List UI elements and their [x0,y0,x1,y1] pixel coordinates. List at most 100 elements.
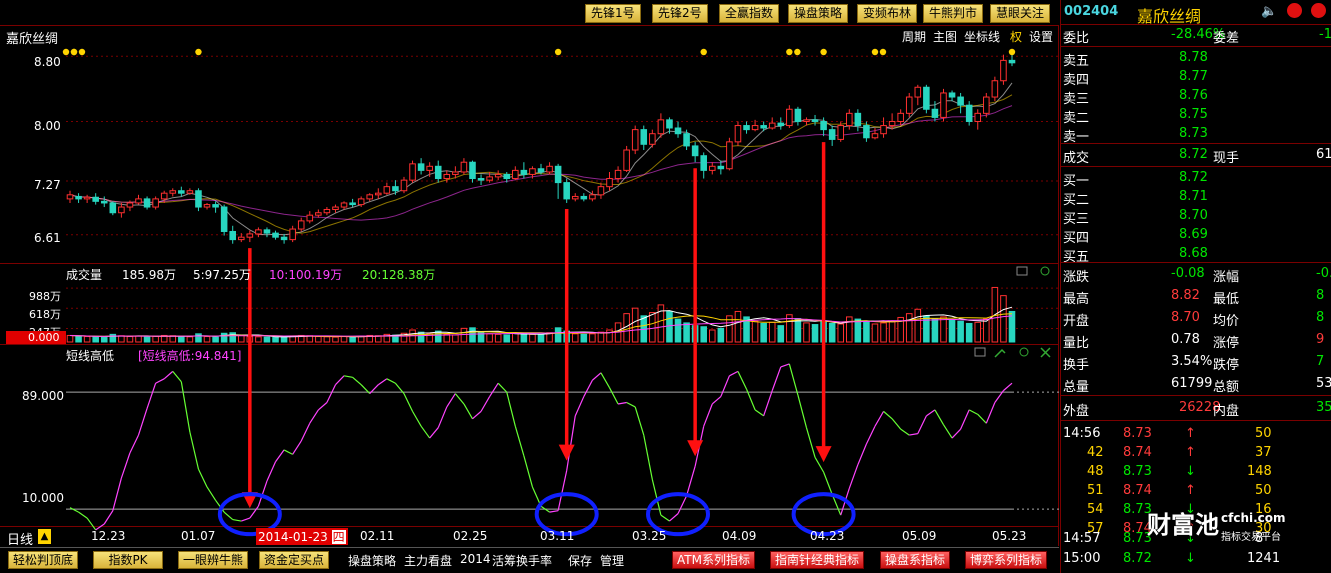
order-label: 买三 [1063,212,1090,227]
date-axis-label: 02.11 [360,529,395,543]
price-axis-label: 8.80 [34,55,61,69]
bottom-button-trade[interactable]: 操盘系指标 [880,551,951,569]
menu-main-chart[interactable]: 主图 [933,28,957,45]
bottom-button-atm[interactable]: ATM系列指标 [672,551,755,569]
bottom-link-manage[interactable]: 管理 [600,552,624,569]
candle-body [880,125,887,135]
toolbar-button-xianfeng2[interactable]: 先锋2号 [652,4,708,23]
indicator-segment [446,393,456,408]
menu-settings[interactable]: 设置 [1029,28,1053,45]
menu-period[interactable]: 周期 [902,28,926,45]
period-label[interactable]: 日线 [7,529,33,548]
candles[interactable] [66,54,1016,244]
indicator-segment [180,381,191,433]
indicator-close-icon[interactable] [1040,347,1051,358]
volume-bar [203,336,211,343]
indicator-segment [232,518,242,522]
volume-bar [760,322,767,343]
event-marker-icon [879,48,887,56]
bottom-link-strategy[interactable]: 操盘策略 [348,552,396,569]
menu-rights[interactable]: 权 [1010,28,1022,45]
candle-body [743,125,750,131]
bottom-button-compass[interactable]: 指南针经典指标 [770,551,865,569]
price-ma-5 [69,82,1013,236]
indicator-segment [69,507,79,513]
volume-bar [674,318,682,343]
volume-bar [957,320,964,343]
candle-body [100,200,108,204]
volume-zoom-icon[interactable] [1040,266,1050,276]
toolbar-button-bull-bear[interactable]: 牛熊判市 [923,4,984,23]
indicator-segment [163,370,174,380]
volume-bar [529,333,536,343]
tick-row: 14:56 8.73 ↑ 50 [1061,425,1331,444]
candle-body [597,186,605,196]
toolbar-button-quanying-index[interactable]: 全赢指数 [719,4,780,23]
indicator-edit-icon[interactable] [994,348,1006,358]
volume-bar [768,321,776,343]
indicator-segment [951,428,962,439]
order-price: 8.71 [1179,189,1208,204]
bottom-link-turnover[interactable]: 活筹换手率 [492,552,552,569]
date-axis-label: 03.11 [540,529,575,543]
indicator-segment [934,409,945,426]
volume-bar [846,316,853,343]
order-label: 卖二 [1063,111,1090,126]
annotation-arrow-head [558,444,575,461]
candle-body [606,178,613,188]
sell-order-row: 卖四 8.77 [1061,68,1331,88]
indicator-segment [677,495,688,514]
volume-bar [152,335,159,343]
play-icon[interactable] [1311,3,1326,22]
stat-label: 总量 [1063,380,1090,395]
bottom-button-bull-bear[interactable]: 一眼辨牛熊 [178,551,249,569]
volume-bar [983,318,990,343]
candle-body [614,169,622,180]
record-icon[interactable] [1287,3,1302,22]
indicator-segment [514,426,525,457]
indicator-segment [900,428,910,436]
deal-row: 成交 8.72 现手 61 [1061,146,1331,166]
bottom-button-buy-point[interactable]: 资金定买点 [259,551,330,569]
candle-body [366,194,374,200]
tick-time: 42 [1087,445,1104,460]
event-markers[interactable] [62,48,1016,56]
toolbar-button-strategy[interactable]: 操盘策略 [788,4,849,23]
speaker-icon[interactable]: 🔈 [1261,4,1277,19]
menu-coord-line[interactable]: 坐标线 [964,28,1000,45]
tick-direction-icon: ↓ [1185,551,1196,566]
stats-row: 涨跌 -0.08 涨幅 -0.9 [1061,265,1331,285]
stat-value: 8.70 [1171,310,1200,325]
indicator-segment [283,449,293,455]
toolbar-button-xianfeng1[interactable]: 先锋1号 [585,4,641,23]
bottom-button-top-bottom[interactable]: 轻松判顶底 [8,551,79,569]
candle-body [854,112,862,127]
bottom-link-main-watch[interactable]: 主力看盘 [404,552,452,569]
sell-order-row: 卖五 8.78 [1061,49,1331,69]
candle-body [717,165,725,170]
candle-body [340,202,348,208]
candle-body [666,119,673,129]
bottom-button-index-pk[interactable]: 指数PK [93,551,163,569]
toolbar-button-bollinger[interactable]: 变频布林 [857,4,918,23]
bottom-link-2014[interactable]: 2014 [460,552,491,566]
volume-bar [589,333,596,343]
period-toggle-icon[interactable]: ▲ [38,529,51,544]
chart-area[interactable]: 嘉欣丝绸 周期 主图 坐标线 权 设置 8.80 8.00 7.27 6.61 … [0,26,1059,548]
volume-bar [777,325,785,343]
buy-order-row: 买一 8.72 [1061,169,1331,189]
bottom-link-save[interactable]: 保存 [568,552,592,569]
annotations [217,142,856,537]
indicator-zoom-icon[interactable] [1019,347,1029,357]
candle-body [897,112,904,122]
volume-settings-icon[interactable] [1016,266,1028,276]
volume-bar [837,323,845,343]
tick-price: 8.73 [1123,464,1152,479]
volume-bar [828,322,836,343]
toolbar-button-watch[interactable]: 慧眼关注 [990,4,1051,23]
indicator-segment [137,408,148,436]
kline-chart[interactable] [0,26,1059,546]
indicator-settings-icon[interactable] [974,347,986,357]
candle-body [914,86,922,98]
bottom-button-game[interactable]: 博弈系列指标 [965,551,1048,569]
